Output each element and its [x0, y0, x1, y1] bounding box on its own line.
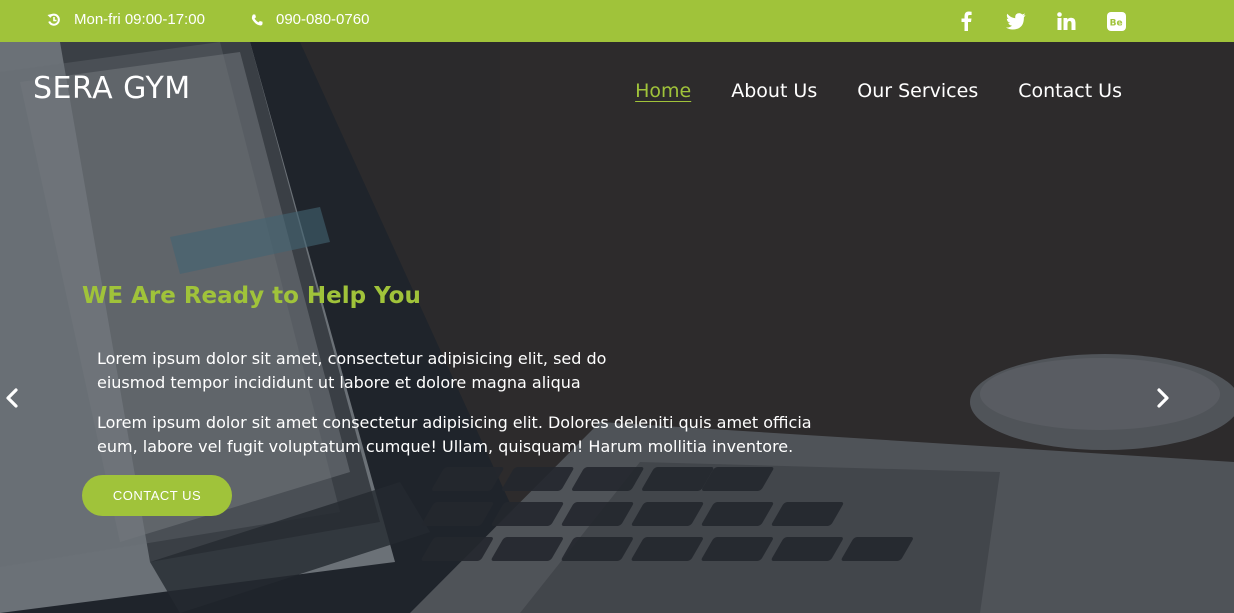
clock-rotate-icon [47, 13, 60, 26]
nav-contact-us[interactable]: Contact Us [1018, 80, 1122, 102]
phone-text: 090-080-0760 [276, 11, 370, 28]
main-nav: Home About Us Our Services Contact Us [595, 80, 1122, 102]
behance-icon[interactable]: Be [1104, 9, 1128, 33]
social-links: Be [928, 9, 1128, 33]
brand-logo[interactable]: SERA GYM [33, 71, 191, 106]
svg-text:Be: Be [1109, 18, 1122, 28]
phone-icon [251, 14, 263, 25]
hours-text: Mon-fri 09:00-17:00 [74, 11, 205, 28]
phone-info: 090-080-0760 [251, 11, 369, 28]
dark-overlay [0, 42, 1234, 613]
hours-info: Mon-fri 09:00-17:00 [47, 11, 205, 28]
contact-us-button[interactable]: CONTACT US [82, 475, 232, 516]
twitter-icon[interactable] [1004, 9, 1028, 33]
nav-home[interactable]: Home [635, 80, 691, 102]
hero-paragraph-2: Lorem ipsum dolor sit amet consectetur a… [97, 413, 812, 456]
hero-paragraph-1: Lorem ipsum dolor sit amet, consectetur … [97, 349, 607, 392]
nav-our-services[interactable]: Our Services [857, 80, 978, 102]
hero-headline: WE Are Ready to Help You [82, 283, 421, 309]
top-bar: Mon-fri 09:00-17:00 090-080-0760 Be [0, 0, 1234, 42]
hero-section [0, 42, 1234, 613]
chevron-left-icon[interactable] [0, 384, 24, 412]
nav-about-us[interactable]: About Us [731, 80, 817, 102]
linkedin-icon[interactable] [1054, 9, 1078, 33]
facebook-icon[interactable] [954, 9, 978, 33]
chevron-right-icon[interactable] [1151, 384, 1175, 412]
